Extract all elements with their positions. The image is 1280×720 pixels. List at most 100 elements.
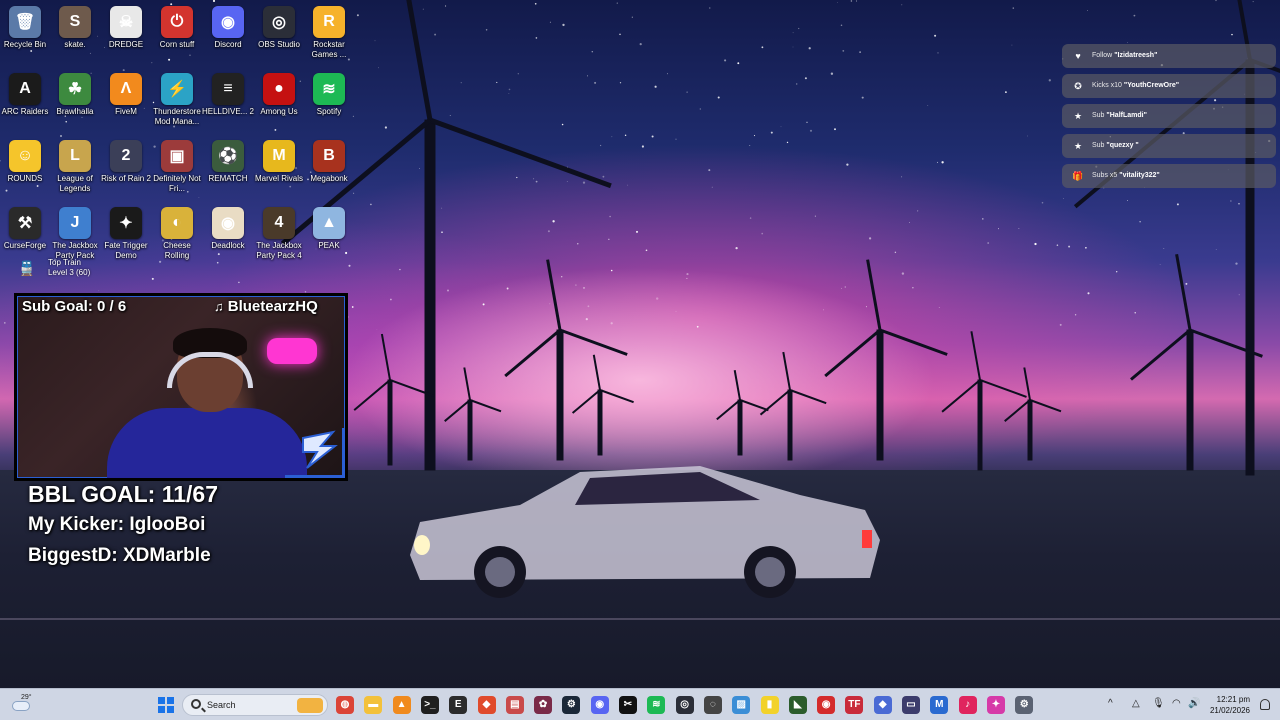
marvel-rivals-icon: M bbox=[263, 140, 295, 172]
app-icon[interactable]: ◆ bbox=[873, 696, 892, 714]
gift-icon: 🎁 bbox=[1072, 171, 1084, 181]
desktop-icon-marvel-rivals[interactable]: M Marvel Rivals bbox=[254, 136, 304, 184]
turbine-blade bbox=[571, 389, 601, 414]
epic-games-icon[interactable]: E bbox=[449, 696, 468, 714]
desktop-icon-corn-stuff[interactable]: ⏻ Corn stuff bbox=[152, 2, 202, 50]
mobalytics-icon[interactable]: M bbox=[930, 696, 949, 714]
desktop-icon-arc-raiders[interactable]: A ARC Raiders bbox=[0, 69, 50, 117]
desktop-icon-fivem[interactable]: Λ FiveM bbox=[101, 69, 151, 117]
arc-raiders-icon: A bbox=[9, 73, 41, 105]
notification-bell-icon[interactable] bbox=[1260, 699, 1270, 710]
desktop-icon-label: Cheese Rolling bbox=[163, 241, 191, 260]
weather-widget[interactable]: 29° bbox=[12, 693, 36, 717]
desktop-icon-brawlhalla[interactable]: ☘ Brawlhalla bbox=[50, 69, 100, 117]
desktop-icon-discord[interactable]: ◉ Discord bbox=[203, 2, 253, 50]
taskbar-search[interactable]: Search bbox=[182, 694, 328, 716]
steelseries-icon[interactable]: ◌ bbox=[703, 696, 722, 714]
desktop-icon-skate[interactable]: Sskate. bbox=[50, 2, 100, 50]
alert-username: "vitality322" bbox=[1119, 172, 1160, 179]
spotify-taskbar-icon[interactable]: ≋ bbox=[647, 696, 666, 714]
streamer-name: ♫ BluetearzHQ bbox=[214, 298, 318, 315]
desktop-icon-label: FiveM bbox=[115, 107, 137, 116]
turbine-blade bbox=[504, 328, 561, 378]
settings-icon[interactable]: ⚙ bbox=[1015, 696, 1034, 714]
vlc-icon[interactable]: ▲ bbox=[392, 696, 411, 714]
biggest-d-text: BiggestD: XDMarble bbox=[28, 545, 211, 566]
chrome-icon[interactable]: ◍ bbox=[336, 696, 354, 714]
desktop-icon-obs-studio[interactable]: ◎ OBS Studio bbox=[254, 2, 304, 50]
brave-icon[interactable]: ◆ bbox=[477, 696, 496, 714]
tiktok-icon[interactable]: ♪ bbox=[958, 696, 977, 714]
desktop-icon-recycle-bin[interactable]: 🗑 Recycle Bin bbox=[0, 2, 50, 50]
desktop-icon-among-us[interactable]: ● Among Us bbox=[254, 69, 304, 117]
alert-type: Sub bbox=[1092, 112, 1105, 119]
obs-taskbar-icon[interactable]: ◎ bbox=[675, 696, 694, 714]
notes-icon[interactable]: ▤ bbox=[505, 696, 524, 714]
desktop-icon-cheese-rolling[interactable]: ◐ Cheese Rolling bbox=[152, 203, 202, 261]
webcam-feed bbox=[14, 293, 348, 481]
sticky-notes-icon[interactable]: ▮ bbox=[760, 696, 779, 714]
wifi-icon[interactable]: ◠ bbox=[1172, 698, 1181, 709]
desktop-icon-jackbox-party-pack[interactable]: J The Jackbox Party Pack bbox=[50, 203, 100, 261]
desktop-icon-thunderstore[interactable]: ⚡ Thunderstore Mod Mana... bbox=[152, 69, 202, 127]
turbine-blade bbox=[1029, 399, 1062, 413]
turbine-tower bbox=[1186, 329, 1194, 471]
desktop-icon-spotify[interactable]: ≋ Spotify bbox=[304, 69, 354, 117]
alert-username: "HalfLamdi" bbox=[1106, 112, 1147, 119]
desktop-icon-rounds[interactable]: ☺ ROUNDS bbox=[0, 136, 50, 184]
clock[interactable]: 12:21 pm 21/02/2026 bbox=[1210, 694, 1250, 716]
desktop-icon-deadlock[interactable]: ◉ Deadlock bbox=[203, 203, 253, 251]
turbine-blade bbox=[429, 117, 612, 189]
photos-icon[interactable]: ▨ bbox=[732, 696, 751, 714]
tf-icon[interactable]: TF bbox=[845, 696, 864, 714]
volume-icon[interactable]: 🔊 bbox=[1188, 698, 1200, 709]
desktop-icon-helldivers[interactable]: ≡ HELLDIVE... 2 bbox=[201, 69, 255, 117]
desktop-icon-label: PEAK bbox=[318, 241, 340, 250]
file-explorer-icon[interactable]: ▬ bbox=[364, 696, 383, 714]
desktop-icon-label: Among Us bbox=[260, 107, 298, 116]
capcut-icon[interactable]: ✂ bbox=[619, 696, 637, 714]
star-icon: ★ bbox=[1073, 111, 1083, 121]
fivem-icon: Λ bbox=[110, 73, 142, 105]
desktop-icon-peak[interactable]: ▲ PEAK bbox=[304, 203, 354, 251]
desktop-icon-jackbox-party-pack-4[interactable]: 4 The Jackbox Party Pack 4 bbox=[254, 203, 304, 261]
desktop-icon-risk-of-rain[interactable]: 2 Risk of Rain 2 bbox=[101, 136, 151, 184]
jackbox-party-pack-4-icon: 4 bbox=[263, 207, 295, 239]
tray-chevron-icon[interactable]: ^ bbox=[1108, 698, 1113, 709]
desktop-icon-megabonk[interactable]: B Megabonk bbox=[304, 136, 354, 184]
steam-icon[interactable]: ⚙ bbox=[562, 696, 581, 714]
turbine-tower bbox=[556, 329, 564, 461]
discord-taskbar-icon[interactable]: ◉ bbox=[590, 696, 609, 714]
desktop-icon-label: Corn stuff bbox=[159, 40, 195, 49]
desktop-icon-rematch[interactable]: ⚽ REMATCH bbox=[203, 136, 253, 184]
desktop-icon-league-of-legends[interactable]: L League of Legends bbox=[50, 136, 100, 194]
desktop-icon-definitely-not-fried[interactable]: ▣ Definitely Not Fri... bbox=[152, 136, 202, 194]
desktop-icon-dredge[interactable]: ☠ DREDGE bbox=[101, 2, 151, 50]
desktop-icon-fate-trigger[interactable]: ✦ Fate Trigger Demo bbox=[101, 203, 151, 261]
turbine-blade bbox=[1023, 367, 1031, 401]
brawlhalla-icon: ☘ bbox=[59, 73, 91, 105]
top-train-widget[interactable]: 🚆 Top Train Level 3 (60) bbox=[18, 258, 108, 280]
desktop-icon-rockstar-games[interactable]: R Rockstar Games ... bbox=[304, 2, 354, 60]
gamebar-icon[interactable]: ✦ bbox=[986, 696, 1005, 714]
nvidia-icon[interactable]: ◣ bbox=[788, 696, 807, 714]
controller-icon[interactable]: ▭ bbox=[902, 696, 920, 714]
spotify-icon: ≋ bbox=[313, 73, 345, 105]
search-highlight-icon bbox=[297, 698, 323, 713]
desktop-icon-label: OBS Studio bbox=[258, 40, 300, 49]
rockstar-taskbar-icon[interactable]: ◉ bbox=[817, 696, 836, 714]
desktop-icon-label: DREDGE bbox=[108, 40, 144, 49]
microphone-icon[interactable]: 🎙 bbox=[1152, 698, 1165, 709]
terminal-icon[interactable]: >_ bbox=[420, 696, 439, 714]
start-button[interactable] bbox=[158, 697, 174, 713]
turbine-tower bbox=[737, 399, 743, 456]
bbl-goal-text: BBL GOAL: 11/67 bbox=[28, 481, 219, 507]
desktop-icon-label: HELLDIVE... 2 bbox=[201, 107, 255, 116]
train-icon: 🚆 bbox=[18, 260, 36, 276]
desktop-icon-label: ROUNDS bbox=[7, 174, 43, 183]
desktop-icon-label: Recycle Bin bbox=[3, 40, 47, 49]
turbine-tower bbox=[424, 119, 436, 471]
desktop-icon-curseforge[interactable]: ⚒ CurseForge bbox=[0, 203, 50, 251]
tray-up-arrow-icon[interactable]: △ bbox=[1132, 698, 1140, 709]
game-icon[interactable]: ✿ bbox=[534, 696, 553, 714]
